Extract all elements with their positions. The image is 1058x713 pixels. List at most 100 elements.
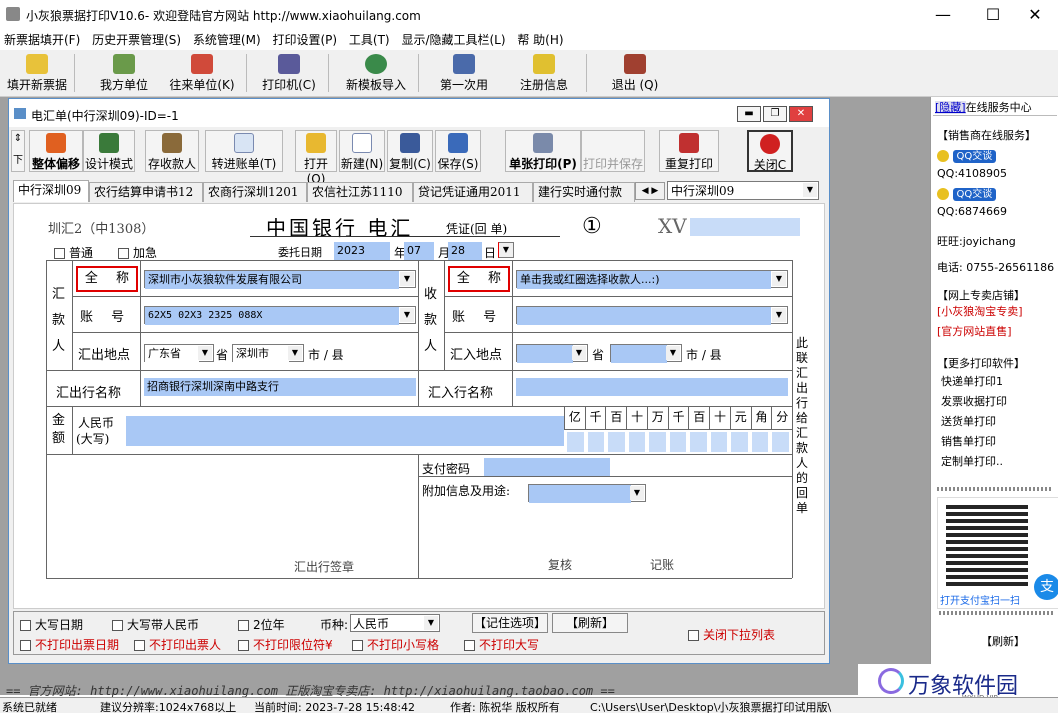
payee-label: 收款人	[424, 287, 438, 354]
remitter-name-select[interactable]: 深圳市小灰狼软件发展有限公司 ▼	[144, 270, 416, 289]
new-button[interactable]: 新建(N)	[339, 130, 385, 172]
remit-bank-field[interactable]: 招商银行深圳深南中路支行	[144, 378, 416, 396]
menu-system[interactable]: 系统管理(M)	[189, 30, 265, 50]
remember-options-button[interactable]: 【记住选项】	[472, 613, 548, 633]
official-shop-link[interactable]: [官方网站直售]	[937, 323, 1012, 339]
overall-offset-button[interactable]: 整体偏移	[29, 130, 83, 172]
new-ticket-button[interactable]: 填开新票据	[4, 52, 70, 94]
hide-panel-link[interactable]: [隐藏]	[935, 101, 966, 114]
maximize-button[interactable]: ☐	[970, 0, 1016, 30]
register-button[interactable]: 注册信息	[514, 52, 574, 94]
move-arrows-icon	[46, 133, 66, 153]
qq-chat-button-1[interactable]: QQ交谈	[937, 147, 997, 163]
tab-rcb-shenzhen[interactable]: 农商行深圳1201	[203, 182, 307, 202]
tab-scroll-arrows[interactable]: ◀ ▶	[635, 182, 665, 200]
remit-province-select[interactable]: 广东省 ▼	[144, 344, 214, 363]
taobao-shop-link[interactable]: [小灰狼淘宝专卖]	[937, 303, 1023, 319]
soft-invoice[interactable]: 发票收据打印	[941, 393, 1007, 409]
menu-toggle-toolbar[interactable]: 显示/隐藏工具栏(L)	[397, 30, 509, 50]
receive-city-select[interactable]: ▼	[610, 344, 682, 363]
import-template-button[interactable]: 新模板导入	[342, 52, 410, 94]
payee-account-select[interactable]: ▼	[516, 306, 788, 325]
remitter-fullname-label[interactable]: 全 称	[76, 266, 138, 292]
no-print-drawer-checkbox[interactable]: 不打印出票人	[134, 636, 221, 653]
phone-number: 电话: 0755-26561186	[937, 261, 1055, 274]
payee-name-select[interactable]: 单击我或红圈选择收款人...:) ▼	[516, 270, 788, 289]
upper-date-checkbox[interactable]: 大写日期	[20, 616, 83, 633]
currency-label: 币种:	[320, 618, 349, 632]
no-print-date-checkbox[interactable]: 不打印出票日期	[20, 636, 119, 653]
currency-select[interactable]: 人民币 ▼	[350, 614, 440, 632]
remit-city-select[interactable]: 深圳市 ▼	[232, 344, 304, 363]
extra-info-select[interactable]: ▼	[528, 484, 646, 503]
printer-button[interactable]: 打印机(C)	[258, 52, 320, 94]
transfer-deposit-button[interactable]: 转进账单(T)	[205, 130, 283, 172]
open-button[interactable]: 打开(O)	[295, 130, 337, 186]
refresh-options-button[interactable]: 【刷新】	[552, 613, 628, 633]
child-close-button[interactable]: ✕	[789, 106, 813, 122]
payee-fullname-label[interactable]: 全 称	[448, 266, 510, 292]
design-mode-button[interactable]: 设计模式	[83, 130, 135, 172]
review-label: 复核	[548, 558, 573, 572]
tab-rcc-jiangsu[interactable]: 农信社江苏1110	[307, 182, 413, 202]
soft-express[interactable]: 快递单打印1	[941, 373, 1003, 389]
print-and-save-button[interactable]: 打印并保存	[581, 130, 645, 172]
soft-sales[interactable]: 销售单打印	[941, 433, 996, 449]
tab-credit-voucher[interactable]: 贷记凭证通用2011	[413, 182, 533, 202]
collapse-handle[interactable]: ⇕ 下	[11, 130, 25, 172]
date-dropdown[interactable]: ▼	[498, 242, 514, 258]
status-author: 作者: 陈祝华 版权所有	[450, 701, 560, 713]
year-field[interactable]: 2023	[334, 242, 390, 260]
minimize-button[interactable]: —	[920, 0, 966, 30]
tab-ccb-realtime[interactable]: 建行实时通付款	[533, 182, 635, 202]
single-print-button[interactable]: 单张打印(P)	[505, 130, 581, 172]
chevron-down-icon: ▼	[772, 272, 786, 286]
two-digit-year-checkbox[interactable]: 2位年	[238, 616, 285, 633]
upper-rmb-checkbox[interactable]: 大写带人民币	[112, 616, 199, 633]
no-print-upper-checkbox[interactable]: 不打印大写	[464, 636, 539, 653]
menu-print-settings[interactable]: 打印设置(P)	[268, 30, 341, 50]
pay-password-field[interactable]	[484, 458, 610, 476]
no-print-lower-checkbox[interactable]: 不打印小写格	[352, 636, 439, 653]
menu-tools[interactable]: 工具(T)	[345, 30, 394, 50]
serial-number-field[interactable]	[690, 218, 800, 236]
urgent-option[interactable]: 加急	[118, 244, 157, 261]
close-dropdown-checkbox[interactable]: 关闭下拉列表	[688, 626, 775, 643]
no-print-limit-checkbox[interactable]: 不打印限位符¥	[238, 636, 333, 653]
copy-button[interactable]: 复制(C)	[387, 130, 433, 172]
menu-new-ticket[interactable]: 新票据填开(F)	[0, 30, 84, 50]
day-field[interactable]: 28	[448, 242, 482, 260]
receive-bank-field[interactable]	[516, 378, 788, 396]
exit-button[interactable]: 退出 (Q)	[604, 52, 666, 94]
menu-history[interactable]: 历史开票管理(S)	[88, 30, 185, 50]
normal-option[interactable]: 普通	[54, 244, 93, 261]
month-field[interactable]: 07	[404, 242, 434, 260]
tab-abc-settlement[interactable]: 农行结算申请书12	[89, 182, 203, 202]
title-bar: 小灰狼票据打印V10.6- 欢迎登陆官方网站 http://www.xiaohu…	[0, 0, 1058, 30]
menu-help[interactable]: 帮 助(H)	[513, 30, 567, 50]
contacts-button[interactable]: 往来单位(K)	[166, 52, 238, 94]
archive-icon	[162, 133, 182, 153]
copy-icon	[400, 133, 420, 153]
template-select[interactable]: 中行深圳09 ▼	[667, 181, 819, 200]
close-form-button[interactable]: 关闭C	[747, 130, 793, 172]
save-payee-button[interactable]: 存收款人	[145, 130, 199, 172]
my-company-button[interactable]: 我方单位	[92, 52, 156, 94]
page-icon	[234, 133, 254, 153]
child-restore-button[interactable]: ❐	[763, 106, 787, 122]
soft-delivery[interactable]: 送货单打印	[941, 413, 996, 429]
close-window-button[interactable]: ✕	[1012, 0, 1058, 30]
date-label: 委托日期	[278, 246, 322, 259]
reprint-button[interactable]: 重复打印	[659, 130, 719, 172]
qq-chat-button-2[interactable]: QQ交谈	[937, 185, 997, 201]
tab-boc-shenzhen[interactable]: 中行深圳09	[13, 180, 89, 202]
soft-custom[interactable]: 定制单打印..	[941, 453, 1003, 469]
first-use-button[interactable]: 第一次用	[434, 52, 494, 94]
receive-province-select[interactable]: ▼	[516, 344, 588, 363]
child-minimize-button[interactable]: ▬	[737, 106, 761, 122]
amount-upper-field[interactable]	[126, 416, 564, 446]
save-button[interactable]: 保存(S)	[435, 130, 481, 172]
remitter-account-select[interactable]: 62X5 02X3 2325 088X ▼	[144, 306, 416, 325]
panel-refresh-button[interactable]: 【刷新】	[981, 633, 1025, 649]
remitter-label: 汇款人	[52, 287, 66, 354]
